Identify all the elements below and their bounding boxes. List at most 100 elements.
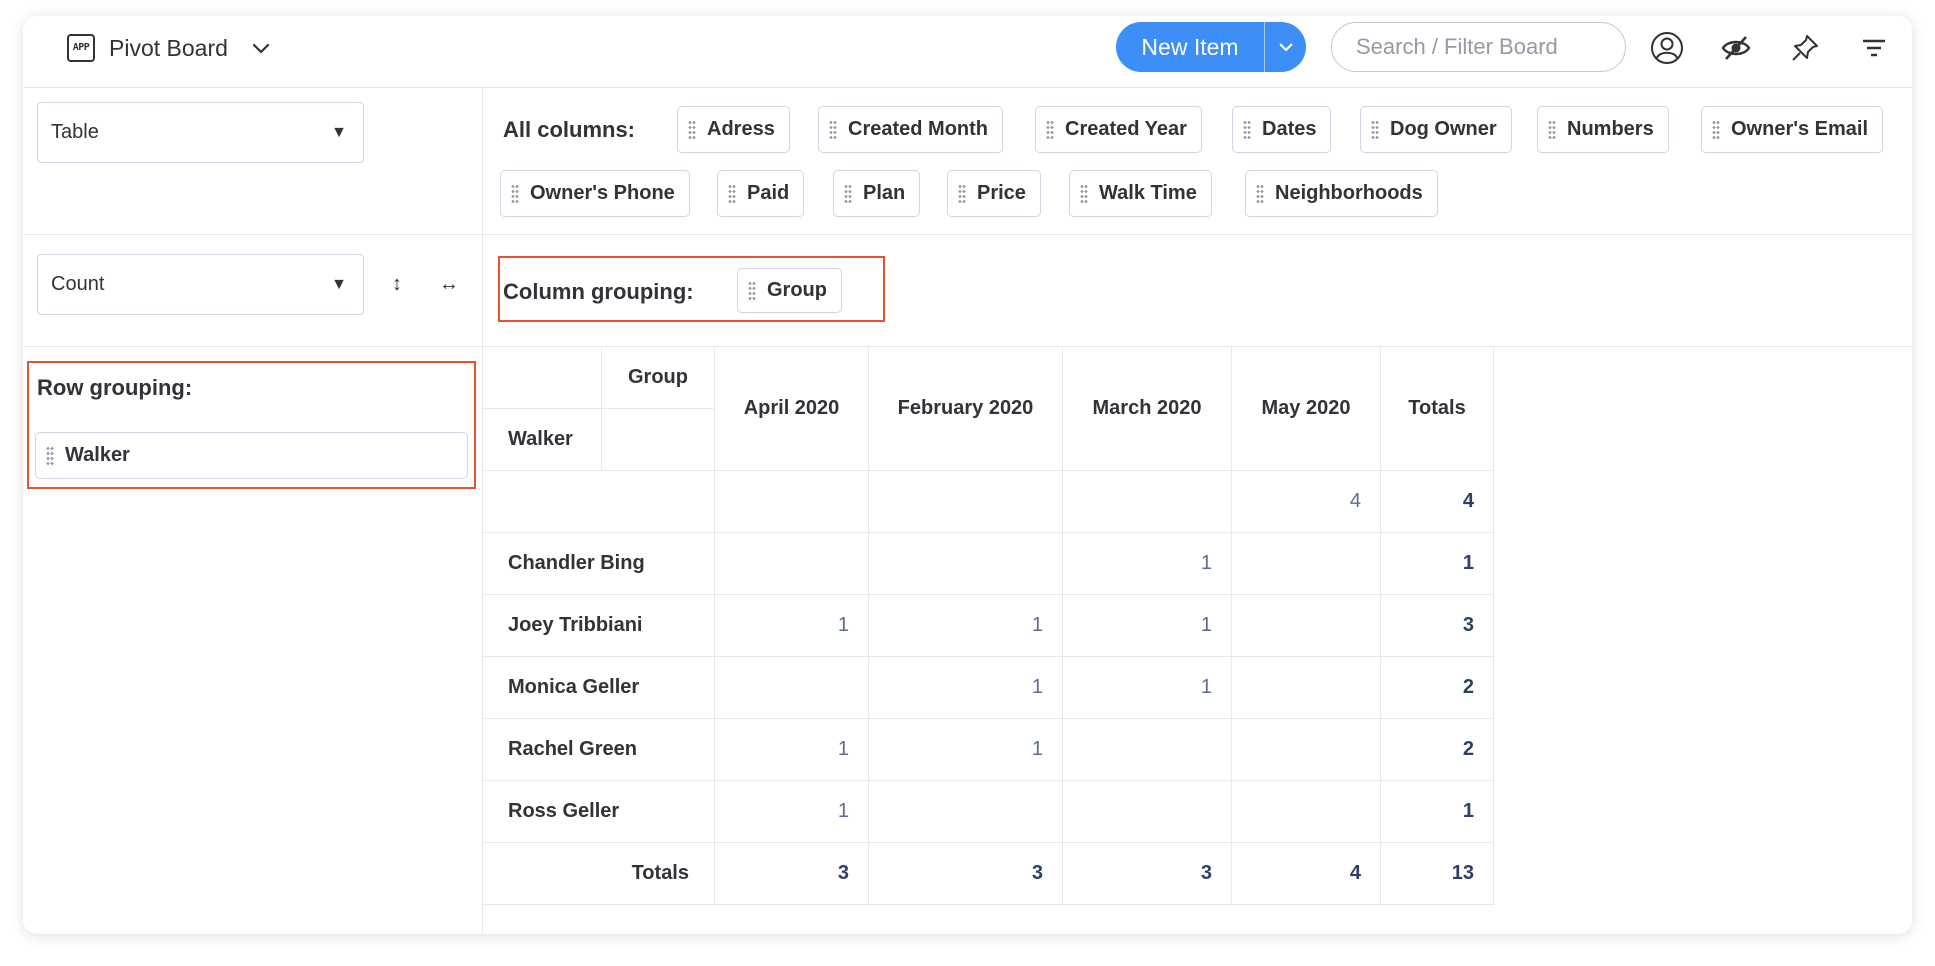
new-item-label[interactable]: New Item xyxy=(1116,22,1264,72)
row-total: 3 xyxy=(1380,594,1494,657)
all-columns-label: All columns: xyxy=(503,117,636,142)
drag-handle-icon xyxy=(1256,183,1264,204)
totals-column-header: Totals xyxy=(1380,346,1494,471)
table-row: Rachel Green 1 1 2 xyxy=(482,718,1494,781)
table-cell xyxy=(1062,718,1232,781)
chip-label: Paid xyxy=(747,182,790,204)
column-chip[interactable]: Owner's Phone xyxy=(500,170,690,217)
row-total: 2 xyxy=(1380,718,1494,781)
column-grouping-chip[interactable]: Group xyxy=(737,268,842,313)
drag-handle-icon xyxy=(1046,119,1054,140)
column-header[interactable]: May 2020 xyxy=(1231,346,1381,471)
chevron-down-icon[interactable] xyxy=(249,36,273,60)
column-chip[interactable]: Owner's Email xyxy=(1701,106,1884,153)
table-row: Monica Geller 1 1 2 xyxy=(482,656,1494,719)
drag-handle-icon xyxy=(1243,119,1251,140)
column-total: 4 xyxy=(1231,842,1381,905)
table-cell: 1 xyxy=(714,780,869,843)
aggregation-select[interactable]: Count ▼ xyxy=(37,254,364,315)
column-chip[interactable]: Adress xyxy=(677,106,790,153)
view-select[interactable]: Table ▼ xyxy=(37,102,364,163)
drag-handle-icon xyxy=(1712,119,1720,140)
column-chip[interactable]: Created Month xyxy=(818,106,1003,153)
board-header: APP Pivot Board New Item Search / Filter… xyxy=(23,16,1912,88)
eye-off-icon[interactable] xyxy=(1719,31,1753,65)
table-cell xyxy=(868,780,1063,843)
column-chip[interactable]: Dates xyxy=(1232,106,1332,153)
column-header[interactable]: March 2020 xyxy=(1062,346,1232,471)
new-item-button[interactable]: New Item xyxy=(1116,22,1306,72)
filter-icon[interactable] xyxy=(1857,31,1891,65)
row-total: 2 xyxy=(1380,656,1494,719)
chip-label: Numbers xyxy=(1567,118,1654,140)
chip-label: Neighborhoods xyxy=(1275,182,1423,204)
chip-label: Owner's Phone xyxy=(530,182,675,204)
table-cell: 1 xyxy=(868,594,1063,657)
row-total: 1 xyxy=(1380,532,1494,595)
header-corner xyxy=(482,346,602,409)
row-field-header: Walker xyxy=(482,408,602,471)
swap-horizontal-icon[interactable]: ↔ xyxy=(439,272,459,296)
column-chip[interactable]: Dog Owner xyxy=(1360,106,1512,153)
search-input[interactable]: Search / Filter Board xyxy=(1331,22,1626,72)
section-divider xyxy=(23,346,482,347)
dropdown-arrow-icon: ▼ xyxy=(331,276,347,293)
table-row: Chandler Bing 1 1 xyxy=(482,532,1494,595)
row-label: Monica Geller xyxy=(482,656,715,719)
drag-handle-icon xyxy=(844,183,852,204)
board-title[interactable]: Pivot Board xyxy=(109,34,228,62)
chip-label: Created Year xyxy=(1065,118,1187,140)
header-corner xyxy=(601,408,715,471)
table-cell: 1 xyxy=(868,718,1063,781)
drag-handle-icon xyxy=(1080,183,1088,204)
totals-row: Totals 3 3 3 4 13 xyxy=(482,842,1494,905)
chip-label: Dog Owner xyxy=(1390,118,1497,140)
table-cell xyxy=(868,470,1063,533)
column-chip[interactable]: Walk Time xyxy=(1069,170,1212,217)
drag-handle-icon xyxy=(958,183,966,204)
chip-label: Walk Time xyxy=(1099,182,1197,204)
chip-label: Adress xyxy=(707,118,775,140)
column-header[interactable]: April 2020 xyxy=(714,346,869,471)
table-cell xyxy=(714,470,869,533)
drag-handle-icon xyxy=(829,119,837,140)
table-cell: 1 xyxy=(1062,656,1232,719)
pin-icon[interactable] xyxy=(1788,31,1822,65)
grand-total: 13 xyxy=(1380,842,1494,905)
chip-label: Walker xyxy=(65,444,130,466)
table-header-row: Group April 2020 February 2020 March 202… xyxy=(482,346,1494,471)
person-icon[interactable] xyxy=(1650,31,1684,65)
column-chip[interactable]: Neighborhoods xyxy=(1245,170,1438,217)
column-field-header: Group xyxy=(601,346,715,409)
drag-handle-icon xyxy=(511,183,519,204)
swap-vertical-icon[interactable]: ↕ xyxy=(392,272,402,296)
new-item-dropdown[interactable] xyxy=(1265,22,1306,72)
row-total: 4 xyxy=(1380,470,1494,533)
row-grouping-chip[interactable]: Walker xyxy=(35,432,468,479)
row-total: 1 xyxy=(1380,780,1494,843)
table-cell: 1 xyxy=(714,718,869,781)
column-chip[interactable]: Price xyxy=(947,170,1041,217)
table-cell xyxy=(1231,718,1381,781)
table-cell xyxy=(1231,656,1381,719)
dropdown-arrow-icon: ▼ xyxy=(331,124,347,141)
column-chip[interactable]: Plan xyxy=(833,170,921,217)
table-cell xyxy=(868,532,1063,595)
column-header[interactable]: February 2020 xyxy=(868,346,1063,471)
app-icon: APP xyxy=(67,34,95,62)
table-row: Ross Geller 1 1 xyxy=(482,780,1494,843)
row-label: Rachel Green xyxy=(482,718,715,781)
table-cell xyxy=(1062,780,1232,843)
row-label: Ross Geller xyxy=(482,780,715,843)
table-row: Joey Tribbiani 1 1 1 3 xyxy=(482,594,1494,657)
totals-row-label: Totals xyxy=(482,842,715,905)
pivot-board-card: APP Pivot Board New Item Search / Filter… xyxy=(23,16,1912,934)
chip-label: Plan xyxy=(863,182,906,204)
column-chip[interactable]: Paid xyxy=(717,170,805,217)
column-chip[interactable]: Numbers xyxy=(1537,106,1669,153)
drag-handle-icon xyxy=(46,445,54,466)
column-chip[interactable]: Created Year xyxy=(1035,106,1202,153)
table-cell: 4 xyxy=(1231,470,1381,533)
drag-handle-icon xyxy=(688,119,696,140)
drag-handle-icon xyxy=(1548,119,1556,140)
